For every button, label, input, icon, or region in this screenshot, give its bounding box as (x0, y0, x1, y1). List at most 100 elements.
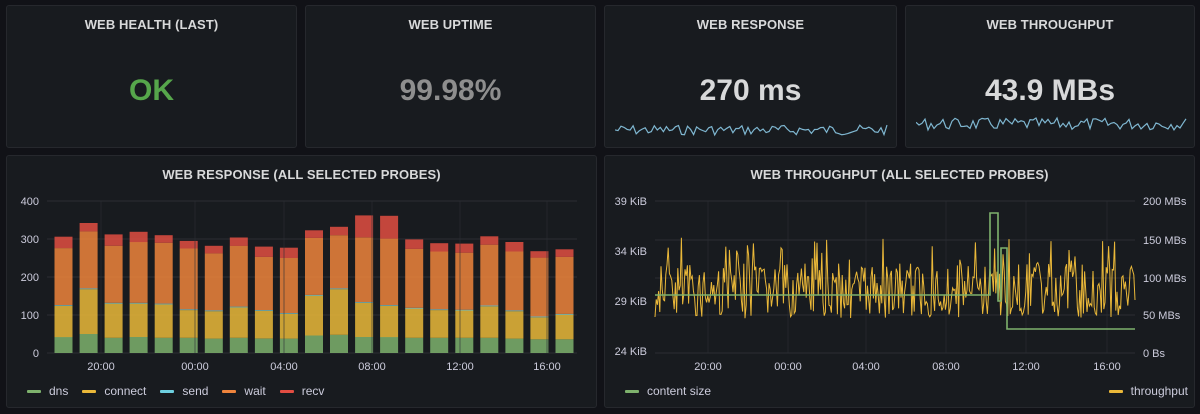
bar-segment-dns (355, 337, 374, 353)
bar-segment-send (279, 313, 298, 314)
panel-web-uptime[interactable]: WEB UPTIME 99.98% (305, 5, 596, 148)
bar-segment-wait (505, 251, 524, 311)
bar-segment-dns (330, 334, 348, 353)
throughput-sparkline (916, 116, 1187, 132)
x-tick-label: 20:00 (694, 361, 722, 373)
x-tick-label: 04:00 (270, 361, 298, 373)
bar-segment-wait (79, 231, 98, 289)
bar-segment-connect (405, 308, 424, 338)
bar-segment-dns (305, 335, 323, 353)
x-tick-label: 00:00 (181, 361, 209, 373)
panel-title: WEB UPTIME (408, 17, 493, 32)
bar-segment-send (79, 288, 98, 290)
legend-item-content-size[interactable]: content size (625, 384, 711, 398)
bar-segment-connect (505, 311, 524, 339)
bar-segment-send (154, 303, 173, 305)
panel-web-response-chart[interactable]: WEB RESPONSE (ALL SELECTED PROBES) 400 30… (6, 155, 597, 408)
bar-segment-recv (104, 234, 123, 246)
bar-segment-wait (480, 244, 499, 306)
legend-item-wait[interactable]: wait (222, 384, 266, 398)
panel-web-response[interactable]: WEB RESPONSE 270 ms (604, 5, 897, 148)
bar-segment-connect (54, 305, 73, 338)
bar-segment-connect (555, 314, 574, 340)
y-left-tick-label: 34 KiB (615, 246, 647, 258)
bar-segment-recv (305, 230, 323, 238)
bar-segment-recv (555, 249, 574, 257)
legend-item-connect[interactable]: connect (82, 384, 146, 398)
bar-segment-send (129, 302, 148, 304)
bar-segment-wait (355, 237, 374, 303)
bar-segment-dns (54, 337, 73, 353)
bar-segment-dns (430, 337, 449, 353)
bar-segment-connect (530, 317, 549, 340)
bar-segment-recv (54, 236, 73, 249)
bar-segment-connect (254, 310, 273, 339)
bar-segment-dns (79, 334, 98, 353)
bar-segment-recv (229, 237, 248, 246)
bar-segment-recv (254, 246, 273, 257)
uptime-value: 99.98% (399, 74, 502, 107)
bar-segment-dns (380, 337, 399, 353)
x-tick-label: 08:00 (358, 361, 386, 373)
bar-segment-send (505, 310, 524, 312)
bar-segment-dns (480, 337, 499, 353)
panel-title: WEB RESPONSE (696, 17, 805, 32)
bar-segment-send (555, 313, 574, 315)
chart-legend-left: content size (625, 384, 725, 398)
bar-segment-wait (104, 245, 123, 303)
legend-item-recv[interactable]: recv (279, 384, 324, 398)
bar-segment-connect (129, 303, 148, 337)
y-tick-label: 0 (33, 348, 39, 360)
bar-segment-wait (229, 245, 248, 307)
bar-segment-recv (279, 247, 298, 258)
bar-segment-wait (204, 253, 223, 311)
y-tick-label: 300 (21, 234, 39, 246)
bar-segment-connect (480, 306, 499, 338)
panel-web-throughput[interactable]: WEB THROUGHPUT 43.9 MBs (905, 5, 1195, 148)
x-tick-label: 12:00 (1012, 361, 1040, 373)
bar-segment-recv (154, 235, 173, 243)
chart-legend: dns connect send wait recv (27, 384, 338, 398)
bar-segment-send (305, 294, 323, 296)
bar-segment-recv (380, 215, 399, 239)
y-tick-label: 400 (21, 196, 39, 208)
bar-segment-connect (204, 311, 223, 339)
y-tick-label: 100 (21, 310, 39, 322)
bar-segment-connect (279, 313, 298, 339)
bar-segment-wait (254, 256, 273, 311)
panel-web-health[interactable]: WEB HEALTH (LAST) OK (6, 5, 297, 148)
bar-segment-recv (330, 226, 348, 236)
bar-segment-dns (129, 337, 148, 353)
x-tick-label: 16:00 (533, 361, 561, 373)
bar-segment-recv (405, 239, 424, 249)
y-right-tick-label: 0 Bs (1143, 348, 1166, 360)
bar-segment-recv (480, 236, 499, 245)
bar-segment-connect (305, 295, 323, 336)
bar-segment-wait (405, 248, 424, 308)
bar-segment-dns (405, 337, 424, 353)
x-tick-label: 08:00 (932, 361, 960, 373)
throughput-value: 43.9 MBs (984, 74, 1116, 107)
legend-item-dns[interactable]: dns (27, 384, 68, 398)
bar-segment-send (229, 306, 248, 308)
panel-web-throughput-chart[interactable]: WEB THROUGHPUT (ALL SELECTED PROBES) 39 … (604, 155, 1195, 408)
panel-title: WEB HEALTH (LAST) (84, 17, 219, 32)
bar-segment-recv (204, 245, 223, 254)
bar-segment-send (455, 309, 474, 311)
legend-item-send[interactable]: send (160, 384, 208, 398)
legend-item-throughput[interactable]: throughput (1108, 384, 1188, 398)
response-sparkline (615, 124, 888, 137)
bar-segment-send (104, 302, 123, 304)
bar-segment-dns (455, 337, 474, 353)
bar-segment-send (430, 309, 449, 311)
bar-segment-connect (154, 304, 173, 338)
x-tick-label: 04:00 (852, 361, 880, 373)
bar-segment-wait (129, 242, 148, 303)
bar-segment-connect (455, 310, 474, 338)
bar-segment-wait (305, 237, 323, 295)
bar-segment-wait (555, 256, 574, 314)
bar-segment-recv (430, 243, 449, 252)
bar-segment-recv (530, 251, 549, 258)
bar-segment-wait (430, 251, 449, 310)
bar-segment-recv (355, 215, 374, 238)
